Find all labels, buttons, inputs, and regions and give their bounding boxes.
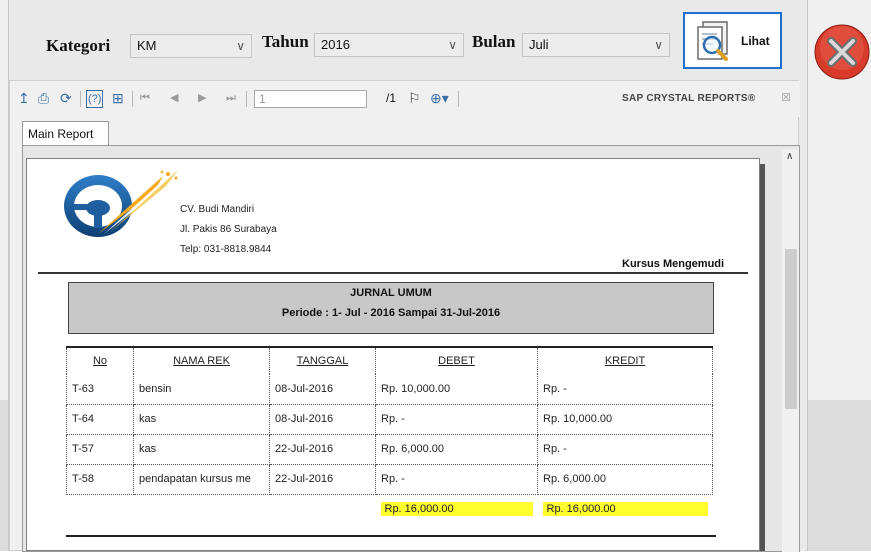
toolbar-separator: [246, 91, 247, 107]
scroll-up-icon[interactable]: ∧: [786, 151, 793, 162]
group-tree-icon[interactable]: ⊞: [112, 90, 124, 106]
sap-crystal-reports-brand: SAP CRYSTAL REPORTS®: [622, 93, 756, 104]
cell-debet: Rp. -: [375, 464, 538, 495]
next-page-icon[interactable]: ▶: [198, 90, 206, 106]
cell-debet: Rp. -: [375, 404, 538, 435]
bulan-select[interactable]: Juli ∨: [522, 33, 670, 57]
cell-tanggal: 08-Jul-2016: [269, 374, 376, 405]
totals-rule: [66, 535, 716, 537]
toolbar-separator: [132, 91, 133, 107]
tahun-select[interactable]: 2016 ∨: [314, 33, 464, 57]
first-page-icon[interactable]: ⏮: [140, 90, 150, 106]
kategori-value: KM: [137, 38, 157, 53]
total-kredit-cell: Rp. 16,000.00: [538, 494, 713, 524]
column-header-debet: DEBET: [375, 346, 538, 374]
refresh-icon[interactable]: ⟳: [60, 90, 72, 106]
print-icon[interactable]: ⎙: [38, 90, 49, 106]
table-header-row: No NAMA REK TANGGAL DEBET KREDIT: [66, 346, 713, 374]
column-header-kredit: KREDIT: [537, 346, 713, 374]
cell-nama-rek: kas: [133, 434, 270, 465]
bulan-value: Juli: [529, 37, 549, 52]
report-period: Periode : 1- Jul - 2016 Sampai 31-Jul-20…: [281, 307, 501, 319]
totals-spacer: [134, 494, 270, 524]
export-icon[interactable]: ↥: [18, 90, 30, 106]
report-title-box: JURNAL UMUM Periode : 1- Jul - 2016 Samp…: [68, 282, 714, 334]
totals-spacer: [67, 494, 134, 524]
company-phone: Telp: 031-8818.9844: [180, 244, 272, 255]
cell-kredit: Rp. -: [537, 434, 713, 465]
tahun-label: Tahun: [262, 32, 309, 51]
lihat-label: Lihat: [741, 34, 770, 48]
chevron-down-icon: ∨: [654, 38, 663, 52]
column-header-nama-rek: NAMA REK: [133, 346, 270, 374]
tab-main-report[interactable]: Main Report: [22, 121, 109, 145]
last-page-icon[interactable]: ⏭: [226, 90, 236, 106]
table-row: T-63 bensin 08-Jul-2016 Rp. 10,000.00 Rp…: [66, 374, 713, 405]
totals-row: Rp. 16,000.00 Rp. 16,000.00: [67, 494, 713, 524]
find-icon[interactable]: ⚐: [408, 90, 421, 106]
jurnal-table: No NAMA REK TANGGAL DEBET KREDIT T-63 be…: [66, 346, 713, 524]
bulan-label: Bulan: [472, 32, 516, 51]
table-row: T-64 kas 08-Jul-2016 Rp. - Rp. 10,000.00: [66, 404, 713, 435]
close-tab-icon[interactable]: ☒: [781, 90, 791, 106]
cell-nama-rek: kas: [133, 404, 270, 435]
zoom-icon[interactable]: ⊕▾: [430, 90, 449, 106]
scrollbar-thumb[interactable]: [785, 249, 797, 409]
tahun-value: 2016: [321, 37, 350, 52]
column-header-no: No: [66, 346, 134, 374]
cell-no: T-64: [66, 404, 134, 435]
company-name: CV. Budi Mandiri: [180, 204, 255, 215]
cell-no: T-63: [66, 374, 134, 405]
steering-wheel-logo: [64, 170, 178, 237]
cell-nama-rek: bensin: [133, 374, 270, 405]
vertical-scrollbar[interactable]: ∧: [782, 149, 799, 552]
chevron-down-icon: ∨: [448, 38, 457, 52]
total-debet-cell: Rp. 16,000.00: [376, 494, 538, 524]
report-subtitle: Kursus Mengemudi: [622, 258, 725, 270]
cell-debet: Rp. 6,000.00: [375, 434, 538, 465]
cell-no: T-58: [66, 464, 134, 495]
document-search-icon: [697, 21, 728, 61]
kategori-select[interactable]: KM ∨: [130, 34, 252, 58]
lihat-button[interactable]: Lihat: [683, 12, 782, 69]
previous-page-icon[interactable]: ◀: [170, 90, 178, 106]
cell-no: T-57: [66, 434, 134, 465]
total-debet: Rp. 16,000.00: [380, 502, 533, 517]
total-kredit: Rp. 16,000.00: [542, 502, 708, 517]
chevron-down-icon: ∨: [236, 39, 245, 53]
table-row: T-57 kas 22-Jul-2016 Rp. 6,000.00 Rp. -: [66, 434, 713, 465]
cell-kredit: Rp. -: [537, 374, 713, 405]
header-divider: [38, 272, 748, 274]
table-row: T-58 pendapatan kursus me 22-Jul-2016 Rp…: [66, 464, 713, 495]
cell-tanggal: 08-Jul-2016: [269, 404, 376, 435]
toolbar-separator: [80, 91, 81, 107]
cell-debet: Rp. 10,000.00: [375, 374, 538, 405]
report-page-shadow: [760, 164, 765, 551]
cell-nama-rek: pendapatan kursus me: [133, 464, 270, 495]
cell-tanggal: 22-Jul-2016: [269, 434, 376, 465]
cell-kredit: Rp. 10,000.00: [537, 404, 713, 435]
kategori-label: Kategori: [46, 36, 111, 55]
page-total: /1: [386, 91, 397, 105]
company-address: Jl. Pakis 86 Surabaya: [180, 224, 277, 235]
toolbar-separator: [458, 91, 459, 107]
report-title: JURNAL UMUM: [350, 287, 432, 299]
page-number-input[interactable]: 1: [254, 90, 367, 108]
column-header-tanggal: TANGGAL: [269, 346, 376, 374]
cell-kredit: Rp. 6,000.00: [537, 464, 713, 495]
cell-tanggal: 22-Jul-2016: [269, 464, 376, 495]
viewer-toolbar: ↥ ⎙ ⟳ (?) ⊞ ⏮ ◀ ▶ ⏭ 1 /1 ⚐ ⊕▾ SAP CRYSTA…: [10, 81, 800, 117]
toggle-help-icon[interactable]: (?): [86, 90, 104, 108]
totals-spacer: [270, 494, 376, 524]
close-icon: [814, 24, 870, 80]
close-button[interactable]: [814, 24, 870, 80]
